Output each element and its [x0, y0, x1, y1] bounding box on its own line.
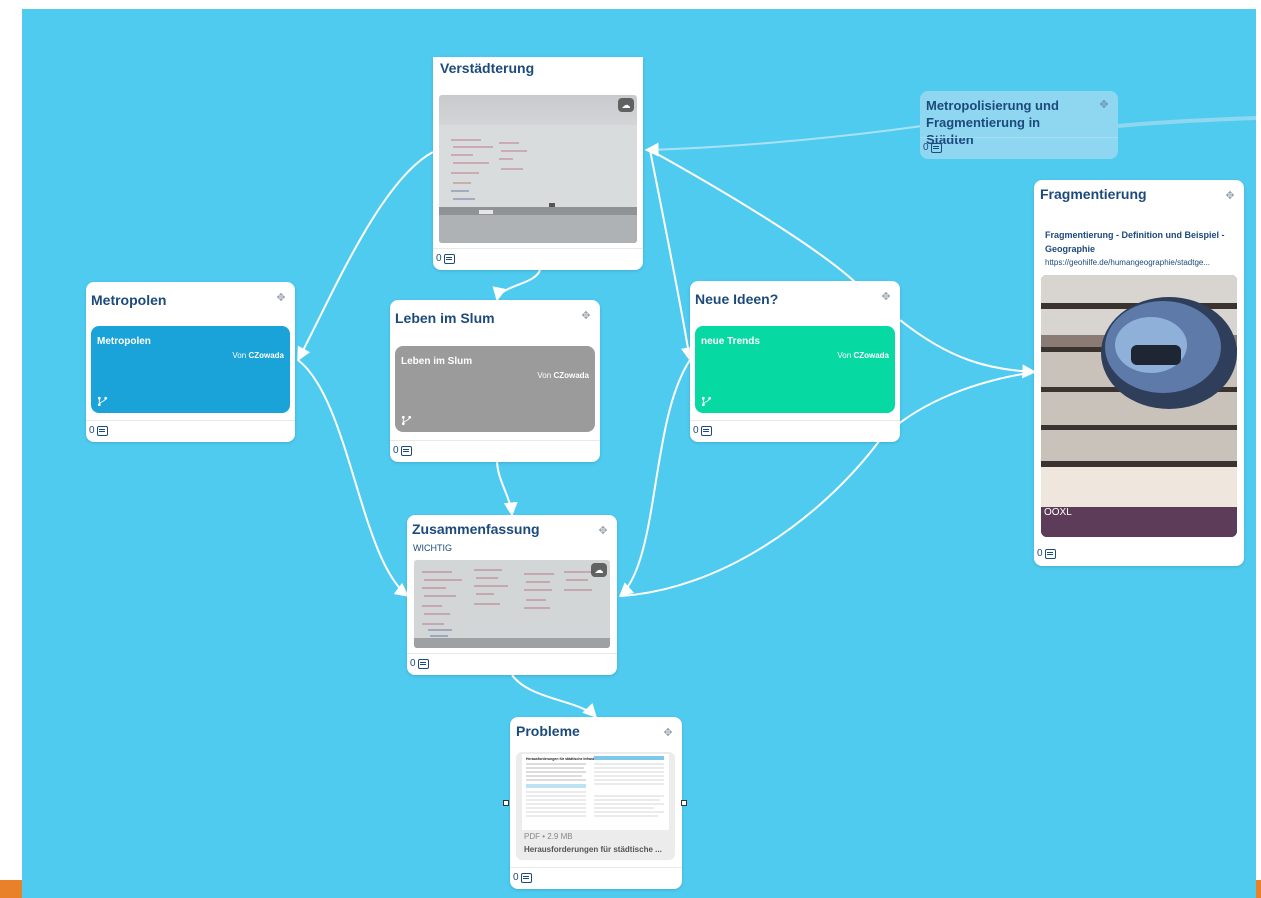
card-neue-ideen[interactable]: Neue Ideen? ✥ neue Trends Von CZowada 0: [690, 281, 900, 442]
card-footer: 0: [407, 653, 617, 675]
comment-icon: [443, 253, 455, 264]
comment-button[interactable]: 0: [513, 872, 532, 883]
comment-button[interactable]: 0: [89, 425, 108, 436]
comment-button[interactable]: 0: [410, 658, 429, 669]
comment-icon: [96, 425, 108, 436]
comment-count: 0: [436, 253, 442, 264]
comment-icon: [1044, 548, 1056, 559]
link-author: Von CZowada: [232, 351, 284, 360]
comment-button[interactable]: 0: [923, 142, 942, 153]
comment-icon: [417, 658, 429, 669]
card-footer: 0: [86, 420, 295, 442]
move-icon[interactable]: ✥: [1099, 100, 1109, 111]
branch-icon: [97, 396, 108, 407]
file-meta: PDF • 2.9 MB: [524, 832, 573, 841]
card-metropolen[interactable]: Metropolen ✥ Metropolen Von CZowada 0: [86, 282, 295, 442]
comment-icon: [400, 445, 412, 456]
pdf-preview[interactable]: Herausforderungen für städtische Infrast…: [516, 752, 675, 860]
link-title: neue Trends: [701, 336, 760, 347]
card-footer: 0: [510, 867, 682, 889]
card-leben-im-slum[interactable]: Leben im Slum ✥ Leben im Slum Von CZowad…: [390, 300, 600, 462]
link-author: Von CZowada: [537, 371, 589, 380]
comment-button[interactable]: 0: [436, 253, 455, 264]
move-icon[interactable]: ✥: [1225, 191, 1235, 202]
move-icon[interactable]: ✥: [663, 728, 673, 739]
pdf-doc-heading: Herausforderungen für städtische Infrast…: [526, 757, 605, 761]
move-icon[interactable]: ✥: [598, 526, 608, 537]
link-author: Von CZowada: [837, 351, 889, 360]
card-title: Probleme: [516, 723, 580, 739]
link-title: Metropolen: [97, 336, 151, 347]
comment-count: 0: [89, 425, 95, 436]
comment-count: 0: [513, 872, 519, 883]
card-fragmentierung[interactable]: Fragmentierung ✥ Fragmentierung - Defini…: [1034, 180, 1244, 566]
card-title: Fragmentierung: [1040, 186, 1147, 202]
card-title: Zusammenfassung: [412, 521, 540, 537]
file-name: Herausforderungen für städtische ...: [524, 845, 662, 854]
comment-icon: [700, 425, 712, 436]
comment-count: 0: [693, 425, 699, 436]
card-subtitle: WICHTIG: [413, 543, 452, 553]
card-title: Verstädterung: [440, 60, 535, 76]
link-tile-neue-trends[interactable]: neue Trends Von CZowada: [695, 326, 895, 413]
link-preview-title[interactable]: Fragmentierung - Definition und Beispiel…: [1045, 228, 1240, 256]
link-tile-metropolen[interactable]: Metropolen Von CZowada: [91, 326, 290, 413]
branch-icon: [401, 415, 412, 426]
card-metropolisierung[interactable]: Metropolisierung und Fragmentierung in S…: [920, 91, 1118, 159]
link-preview-url[interactable]: https://geohilfe.de/humangeographie/stad…: [1045, 258, 1235, 267]
cloud-upload-icon[interactable]: ☁: [618, 98, 634, 112]
comment-count: 0: [1037, 548, 1043, 559]
move-icon[interactable]: ✥: [581, 311, 591, 322]
comment-count: 0: [410, 658, 416, 669]
card-title: Neue Ideen?: [695, 291, 779, 307]
whiteboard-sketch: [439, 125, 637, 243]
comment-button[interactable]: 0: [393, 445, 412, 456]
mall-scene: OOXL: [1041, 275, 1237, 537]
comment-button[interactable]: 0: [1037, 548, 1056, 559]
comment-count: 0: [393, 445, 399, 456]
card-title: Metropolen: [91, 292, 167, 308]
comment-icon: [520, 872, 532, 883]
card-footer: 0: [1034, 544, 1244, 566]
card-footer: 0: [690, 420, 900, 442]
whiteboard-sketch: [414, 560, 610, 648]
resize-handle-left[interactable]: [503, 800, 509, 806]
taskbar-strip: [0, 880, 22, 898]
mall-photo[interactable]: OOXL: [1041, 275, 1237, 537]
comment-icon: [930, 142, 942, 153]
link-title: Leben im Slum: [401, 356, 473, 367]
card-title: Leben im Slum: [395, 310, 495, 326]
card-footer: 0: [920, 137, 1118, 159]
card-footer: 0: [433, 248, 643, 270]
comment-count: 0: [923, 142, 929, 153]
branch-icon: [701, 396, 712, 407]
card-verstaedterung[interactable]: Verstädterung ☁ 0: [433, 57, 643, 270]
link-tile-slum[interactable]: Leben im Slum Von CZowada: [395, 346, 595, 432]
move-icon[interactable]: ✥: [881, 292, 891, 303]
cloud-upload-icon[interactable]: ☁: [591, 563, 607, 577]
comment-button[interactable]: 0: [693, 425, 712, 436]
whiteboard-photo[interactable]: ☁: [414, 560, 610, 648]
taskbar-strip-right: [1256, 880, 1261, 898]
card-footer: 0: [390, 440, 600, 462]
move-icon[interactable]: ✥: [276, 293, 286, 304]
pdf-thumbnail: Herausforderungen für städtische Infrast…: [522, 754, 669, 830]
resize-handle-right[interactable]: [681, 800, 687, 806]
photo-caption: OOXL: [1044, 507, 1072, 518]
card-zusammenfassung[interactable]: Zusammenfassung ✥ WICHTIG ☁ 0: [407, 515, 617, 675]
card-probleme[interactable]: Probleme ✥ Herausforderungen für städtis…: [510, 717, 682, 889]
whiteboard-photo[interactable]: ☁: [439, 95, 637, 243]
